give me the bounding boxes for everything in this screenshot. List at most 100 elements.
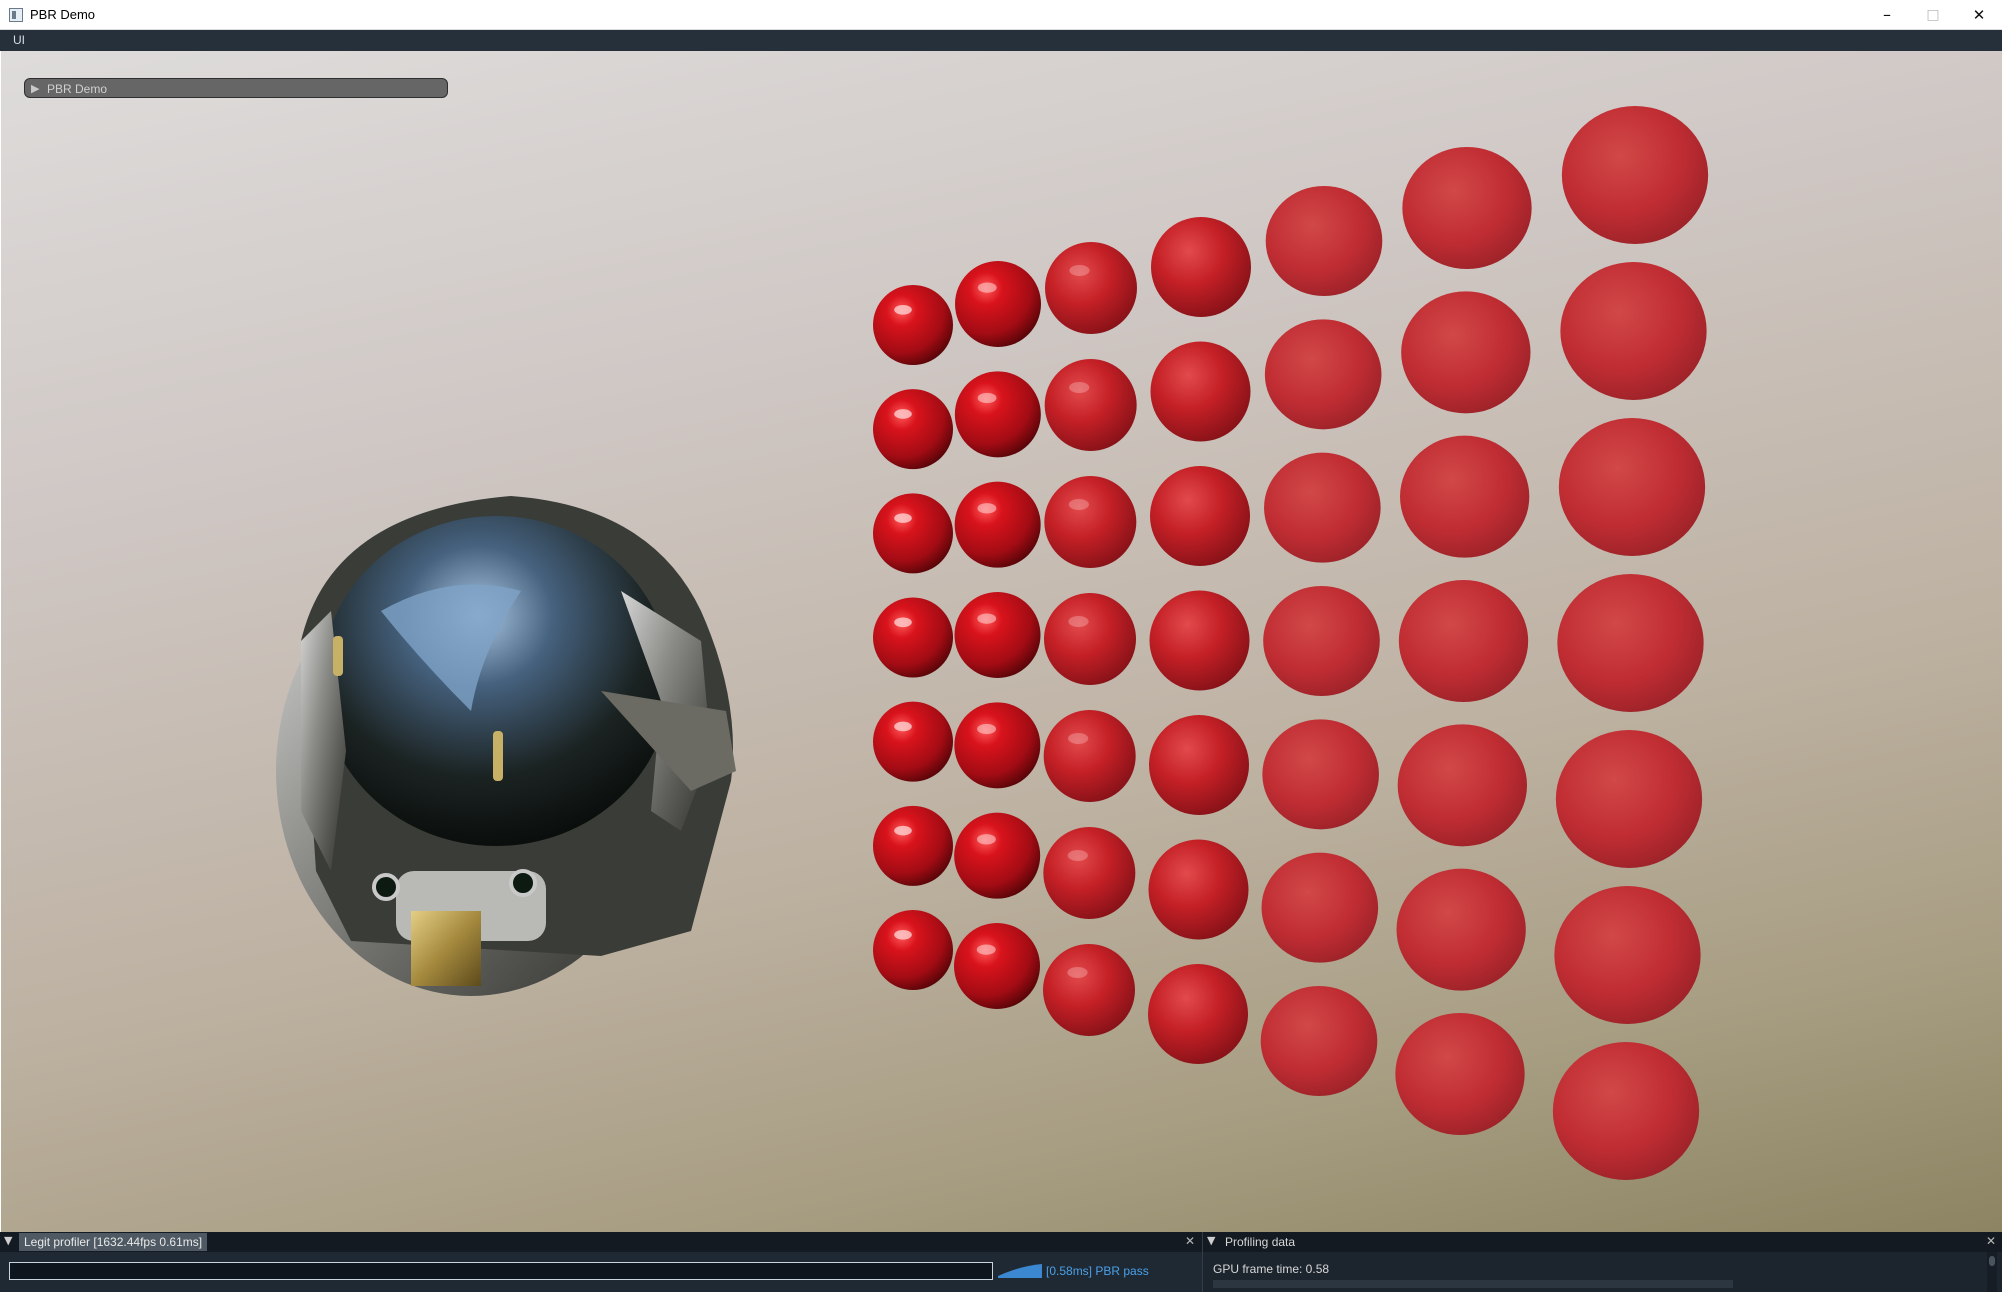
sphere-r5-c6 (1397, 724, 1527, 847)
sphere-highlight (1067, 850, 1088, 862)
sphere-r3-c1 (873, 493, 953, 574)
sphere-highlight (977, 282, 997, 293)
gpu-frame-time: GPU frame time: 0.58 (1213, 1262, 1330, 1276)
sphere-r4-c4 (1149, 590, 1250, 691)
sphere-r1-c3 (1045, 242, 1137, 334)
sphere-r7-c3 (1043, 944, 1135, 1036)
sphere-highlight (894, 409, 912, 419)
sphere-r1-c5 (1265, 186, 1383, 296)
sphere-highlight (1067, 967, 1088, 979)
sphere-highlight (1069, 265, 1090, 277)
close-icon[interactable]: ✕ (1986, 1234, 1996, 1248)
sphere-r6-c7 (1554, 886, 1701, 1024)
sphere-r6-c1 (873, 805, 953, 886)
sphere-r5-c3 (1043, 710, 1136, 802)
sphere-r3-c6 (1400, 435, 1530, 558)
sphere-highlight (977, 723, 997, 735)
sphere-r2-c2 (954, 371, 1041, 458)
collapse-caret-icon[interactable]: ▼ (4, 1234, 12, 1247)
sphere-highlight (894, 513, 912, 523)
pbr-demo-panel-label: PBR Demo (47, 82, 108, 96)
profiling-data-window: ▼ Profiling data ✕ GPU frame time: 0.58 (1202, 1232, 2002, 1292)
sphere-highlight (1068, 733, 1089, 745)
profiler-title: Legit profiler [1632.44fps 0.61ms] (19, 1233, 208, 1251)
sphere-r4-c6 (1398, 580, 1529, 702)
sphere-highlight (1069, 382, 1090, 394)
sphere-highlight (1068, 616, 1089, 628)
sphere-r7-c1 (873, 910, 953, 990)
sphere-r6-c4 (1148, 839, 1249, 940)
sphere-highlight (894, 721, 912, 732)
collapse-caret-icon[interactable]: ▼ (1207, 1234, 1215, 1247)
sphere-r5-c7 (1555, 730, 1703, 868)
sphere-highlight (976, 834, 996, 845)
menu-item-ui[interactable]: UI (13, 33, 25, 47)
pbr-demo-panel-header[interactable]: ▶ PBR Demo (24, 78, 448, 98)
sphere-r2-c6 (1401, 291, 1531, 414)
sphere-r6-c2 (954, 812, 1041, 899)
sphere-r5-c1 (873, 701, 953, 782)
sphere-r2-c4 (1150, 341, 1251, 442)
sphere-highlight (977, 613, 997, 624)
maximize-button[interactable]: □ (1910, 0, 1956, 30)
sphere-r1-c2 (955, 261, 1041, 347)
sphere-r1-c6 (1402, 147, 1532, 269)
sphere-r2-c3 (1044, 359, 1137, 451)
sphere-r4-c3 (1044, 593, 1136, 685)
close-button[interactable]: ✕ (1956, 0, 2002, 30)
sphere-highlight (894, 930, 912, 940)
sphere-highlight (977, 392, 997, 404)
sphere-highlight (1068, 499, 1089, 511)
sphere-r3-c3 (1044, 476, 1137, 568)
sphere-r5-c4 (1149, 715, 1249, 815)
sphere-highlight (894, 617, 912, 628)
sphere-r4-c2 (954, 592, 1041, 678)
sphere-highlight (976, 944, 996, 955)
profiling-data-title: Profiling data (1225, 1235, 1296, 1249)
sphere-highlight (894, 305, 912, 315)
close-icon[interactable]: ✕ (1185, 1234, 1195, 1248)
sphere-r6-c3 (1043, 827, 1136, 919)
helmet-model (276, 496, 736, 996)
sphere-r1-c4 (1151, 217, 1251, 317)
sphere-r2-c5 (1264, 319, 1382, 430)
sphere-r3-c7 (1558, 418, 1706, 556)
gpu-frame-time-bar (1213, 1280, 1733, 1288)
legit-profiler-window: ▼ Legit profiler [1632.44fps 0.61ms] ✕ [… (0, 1232, 1202, 1292)
scene-render (276, 106, 1709, 1180)
expand-arrow-icon[interactable]: ▶ (31, 82, 39, 95)
sphere-r7-c2 (954, 923, 1040, 1009)
sphere-highlight (977, 503, 997, 514)
menu-bar: UI (0, 30, 2002, 51)
sphere-r7-c6 (1395, 1013, 1525, 1135)
pass-sparkline-icon (998, 1264, 1042, 1278)
window-titlebar: PBR Demo – □ ✕ (0, 0, 2002, 30)
sphere-r3-c4 (1150, 466, 1250, 566)
minimize-button[interactable]: – (1864, 0, 1910, 30)
profiler-dock: ▼ Legit profiler [1632.44fps 0.61ms] ✕ [… (0, 1232, 2002, 1292)
profiler-title-row: ▼ Legit profiler [1632.44fps 0.61ms] ✕ (0, 1232, 1202, 1252)
sphere-r4-c1 (873, 597, 953, 678)
sphere-r7-c4 (1148, 964, 1248, 1064)
sphere-r4-c5 (1263, 586, 1380, 696)
sphere-r7-c7 (1552, 1042, 1700, 1180)
sphere-grid (873, 106, 1709, 1180)
window-title: PBR Demo (30, 7, 96, 22)
pbr-pass-label: [0.58ms] PBR pass (1046, 1264, 1149, 1278)
sphere-highlight (894, 825, 912, 836)
sphere-r5-c5 (1262, 719, 1379, 830)
profiler-timeline[interactable] (9, 1262, 993, 1280)
render-viewport[interactable]: ▶ PBR Demo (1, 51, 2002, 1232)
profiling-data-title-row: ▼ Profiling data ✕ (1203, 1232, 2002, 1252)
sphere-r6-c6 (1396, 868, 1526, 991)
sphere-r4-c7 (1557, 574, 1704, 712)
sphere-r6-c5 (1261, 852, 1379, 963)
sphere-r3-c5 (1264, 452, 1381, 563)
scrollbar-thumb[interactable] (1989, 1256, 1995, 1266)
sphere-r2-c1 (873, 389, 953, 470)
sphere-r1-c1 (873, 285, 953, 365)
sphere-r5-c2 (954, 702, 1041, 789)
sphere-r2-c7 (1560, 262, 1707, 400)
app-icon (9, 8, 23, 22)
sphere-r3-c2 (954, 481, 1041, 568)
